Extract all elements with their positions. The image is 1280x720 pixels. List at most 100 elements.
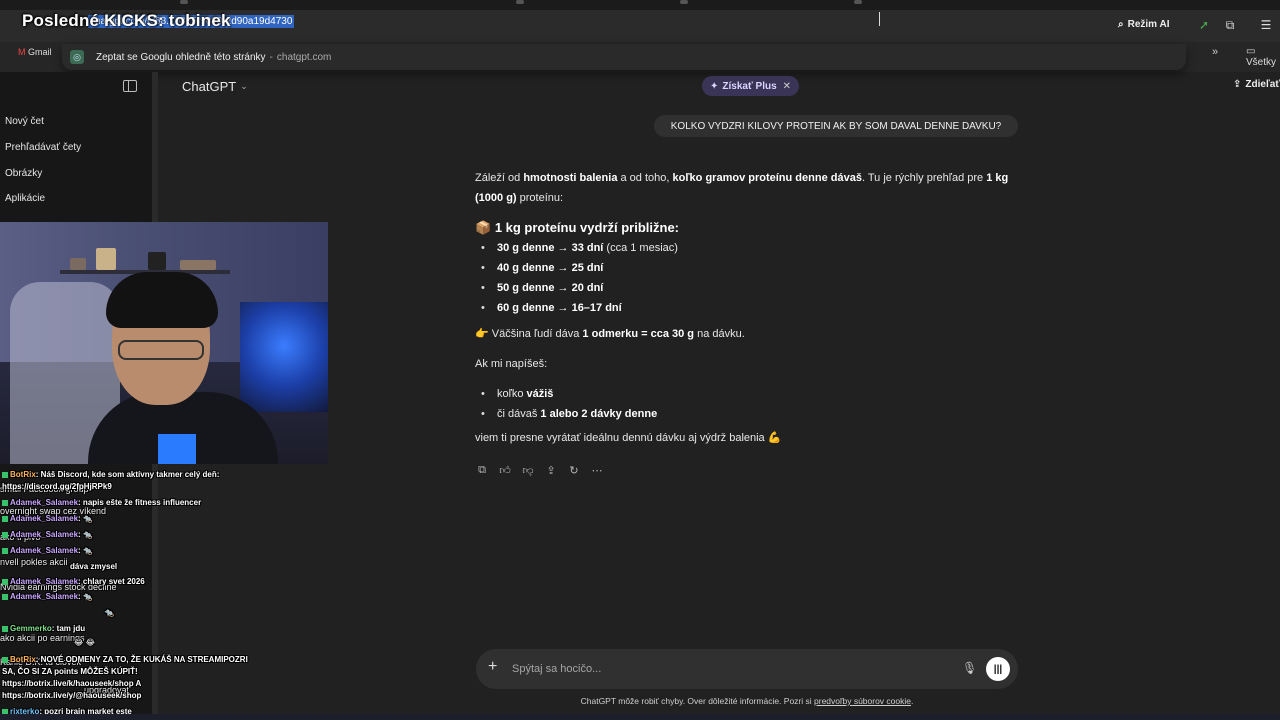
heading-text: 1 kg proteínu vydrží približne: [494,220,680,235]
chat-text: https://discord.gg/2fpHjRPk9 [2,482,112,491]
ai-mode-label: Režim AI [1127,19,1170,30]
upgrade-plus-button[interactable]: ✦ Získať Plus ✕ [702,76,800,96]
text-run: na dávku. [694,328,745,340]
bookmarks-folder[interactable]: ▭ Všetky [1246,46,1280,68]
search-sparkle-icon: ⌕ [1118,19,1124,30]
chat-text: dáva zmysel [70,562,118,571]
text-run: Záleží od [475,172,524,184]
list-item: či dávaš 1 alebo 2 dávky denne [475,404,1015,424]
composer-placeholder[interactable]: Spýtaj sa hocičo... [512,663,601,675]
text-run: koľko [497,388,527,400]
chat-username: BotRix [10,470,36,479]
chat-username: BotRix [10,655,36,664]
browser-tab-strip[interactable] [0,0,1280,10]
chat-ghost-line: ako akcii po earnings [0,633,85,643]
chat-username: Adamek_Salamek [10,498,79,507]
microphone-icon[interactable]: 🎙︎ [962,661,977,675]
menu-icon[interactable]: ☰ [1258,17,1274,33]
chat-message: Adamek_Salamek: 🐀 [2,514,93,523]
bold-run: koľko gramov proteínu denne dávaš [672,172,862,184]
chat-username: Adamek_Salamek [10,530,79,539]
chevron-down-icon: ⌄ [240,81,248,91]
chat-text: : Náš Discord, kde som aktívny takmer ce… [35,470,220,479]
tab-favicon[interactable] [680,0,688,4]
chat-message: 😂 😂 [74,638,95,647]
webcam-shelf-item [180,260,216,270]
suggestion-domain: chatgpt.com [276,51,332,63]
chat-message: dáva zmysel [70,562,117,571]
chat-badge-icon [2,471,8,478]
chat-badge-icon [2,578,8,585]
tab-favicon[interactable] [180,0,188,4]
bookmark-gmail[interactable]: M Gmail [18,47,52,57]
chat-username: Adamek_Salamek [10,592,79,601]
sidebar-item-new-chat[interactable]: Nový čet [5,116,44,127]
list-item: 50 g denne → 20 dní [475,278,1015,298]
chat-username: Adamek_Salamek [10,546,79,555]
webcam-shelf-item [96,248,116,270]
extensions-puzzle-icon[interactable]: ⧉ [1222,17,1238,33]
dose-text: 30 g denne → 33 dní [497,242,604,254]
disclaimer-text: ChatGPT môže robiť chyby. Over dôležité … [580,696,815,706]
copy-icon[interactable]: ⧉ [475,463,489,477]
chat-badge-icon [2,531,8,538]
sidebar-item-search-chats[interactable]: Prehľadávať čety [5,142,81,153]
bold-run: 1 odmerku = cca 30 g [582,328,695,340]
chat-username: Adamek_Salamek [10,514,79,523]
model-selector[interactable]: ChatGPT ⌄ [182,79,248,94]
text-run: a od toho, [617,172,673,184]
chat-text: : 🐀 [78,530,93,539]
dose-text: 40 g denne → 25 dní [497,262,604,274]
chat-badge-icon [2,547,8,554]
text-cursor-icon [879,12,881,26]
bold-run: hmotnosti balenia [523,172,618,184]
message-composer[interactable]: + Spýtaj sa hocičo... 🎙︎ ||| [476,649,1018,689]
sidebar-toggle-icon[interactable] [123,80,137,92]
chat-message: Adamek_Salamek: 🐀 [2,592,93,601]
regenerate-icon[interactable]: ↻ [567,463,581,477]
sidebar-item-apps[interactable]: Aplikácie [5,193,45,204]
tab-favicon[interactable] [854,0,862,4]
webcam-person-glasses [118,340,204,360]
close-icon[interactable]: ✕ [783,81,791,92]
voice-mode-icon[interactable]: ||| [986,657,1010,681]
bookmarks-overflow-icon[interactable]: » [1212,46,1218,58]
share-icon: ⇪ [1233,79,1242,90]
model-name: ChatGPT [182,79,237,94]
answer-ask: Ak mi napíšeš: [475,358,548,370]
answer-intro: Záleží od hmotnosti balenia a od toho, k… [475,168,1015,208]
chat-username: Adamek_Salamek [10,577,79,586]
chat-message: Gemmerko: tam jdu [2,624,85,633]
more-icon[interactable]: ⋯ [590,463,604,477]
omnibox-suggestion[interactable]: ◎ Zeptat se Googlu ohledně této stránky … [62,44,1186,70]
chat-text: : 🐀 [78,514,93,523]
sidebar-item-images[interactable]: Obrázky [5,168,42,179]
screen: chatgpt.com/c/68...0825-9080-2d90a19d473… [0,0,1280,720]
chat-message: Adamek_Salamek: chlary svet 2026 [2,577,145,586]
chat-message: BotRix: Náš Discord, kde som aktívny tak… [2,470,219,479]
bookmark-gmail-label: Gmail [28,47,52,57]
share-icon[interactable]: ⇪ [544,463,558,477]
cookie-preferences-link[interactable]: predvoľby súborov cookie [814,696,911,706]
thumbs-down-icon[interactable]: 👎︎ [521,463,535,477]
suggestion-text: Zeptat se Googlu ohledně této stránky [96,51,266,63]
chat-message: https://botrix.live/y/@haouseek/shop [2,691,141,700]
webcam-person-hair [106,272,218,328]
extension-icon[interactable]: ➚ [1196,17,1212,33]
list-item: 40 g denne → 25 dní [475,258,1015,278]
sparkle-icon: ✦ [710,80,719,92]
thumbs-up-icon[interactable]: 👍︎ [498,463,512,477]
share-button[interactable]: ⇪ Zdieľať [1233,79,1280,90]
dose-text: 50 g denne → 20 dní [497,282,604,294]
webcam-shelf-item [148,252,166,270]
text-run: proteínu: [516,192,564,204]
tab-favicon[interactable] [516,0,524,4]
upgrade-label: Získať Plus [722,80,777,92]
chat-text: 🐀 [104,608,114,617]
chat-text: https://botrix.live/k/haouseek/shop A [2,679,142,688]
assistant-message: Záleží od hmotnosti balenia a od toho, k… [475,168,1015,448]
chat-text: : 🐀 [78,546,93,555]
ai-mode-button[interactable]: ⌕ Režim AI [1118,19,1169,30]
plus-icon[interactable]: + [488,658,497,676]
